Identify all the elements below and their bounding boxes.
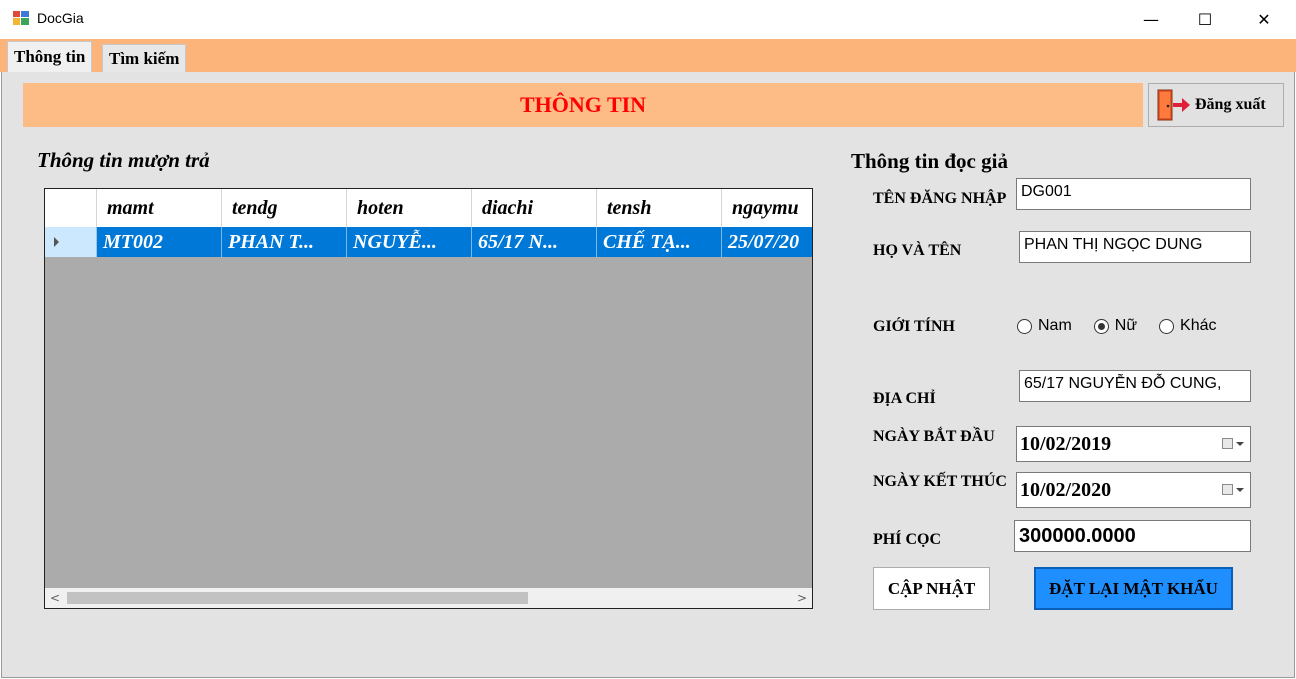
logout-button[interactable]: Đăng xuất xyxy=(1148,83,1284,127)
page-title: THÔNG TIN xyxy=(519,92,647,117)
scroll-right-icon[interactable]: > xyxy=(792,588,812,608)
table-cell[interactable]: PHAN T... xyxy=(222,227,347,257)
column-header-ngaymu[interactable]: ngaymu xyxy=(722,189,812,227)
table-cell[interactable]: 65/17 N... xyxy=(472,227,597,257)
gender-option-label: Nam xyxy=(1038,317,1072,334)
column-header-tendg[interactable]: tendg xyxy=(222,189,347,227)
table-cell[interactable]: CHẾ TẠ... xyxy=(597,227,722,257)
tab-thong-tin[interactable]: Thông tin xyxy=(7,41,93,74)
tab-content: THÔNG TIN Đăng xuất Thông tin mượn trả T… xyxy=(1,72,1295,678)
gender-radio-nam[interactable]: Nam xyxy=(1017,317,1072,335)
grid-corner-cell xyxy=(45,189,97,227)
app-icon xyxy=(13,11,29,25)
gender-radio-khac[interactable]: Khác xyxy=(1159,317,1217,335)
table-row[interactable]: MT002 PHAN T... NGUYỄ... 65/17 N... CHẾ … xyxy=(45,227,812,257)
minimize-button[interactable]: — xyxy=(1128,0,1174,39)
start-date-picker[interactable]: 10/02/2019 xyxy=(1016,426,1251,462)
start-date-label: NGÀY BẮT ĐẦU xyxy=(873,428,995,445)
reader-section-title: Thông tin đọc giả xyxy=(851,149,1008,173)
window-title: DocGia xyxy=(37,10,84,26)
gender-label: GIỚI TÍNH xyxy=(873,318,955,335)
address-label: ĐỊA CHỈ xyxy=(873,390,936,407)
header-banner: THÔNG TIN xyxy=(23,83,1143,127)
radio-circle-icon xyxy=(1017,318,1032,334)
gender-option-label: Nữ xyxy=(1114,317,1138,334)
username-label: TÊN ĐĂNG NHẬP xyxy=(873,190,1007,207)
grid-header: mamt tendg hoten diachi tensh ngaymu xyxy=(45,189,812,227)
address-field[interactable]: 65/17 NGUYỄN ĐỖ CUNG, xyxy=(1019,370,1251,402)
update-button[interactable]: CẬP NHẬT xyxy=(873,567,990,610)
scrollbar-thumb[interactable] xyxy=(67,592,528,604)
end-date-value: 10/02/2020 xyxy=(1020,479,1112,501)
end-date-label: NGÀY KẾT THÚC xyxy=(873,473,1007,490)
username-field[interactable]: DG001 xyxy=(1016,178,1251,210)
minimize-icon: — xyxy=(1143,10,1159,29)
deposit-label: PHÍ CỌC xyxy=(873,531,941,548)
title-bar: DocGia — ☐ ✕ xyxy=(0,0,1296,39)
maximize-icon: ☐ xyxy=(1197,10,1213,29)
reset-password-button[interactable]: ĐẶT LẠI MẬT KHẨU xyxy=(1034,567,1233,610)
radio-selected-icon xyxy=(1093,318,1109,334)
fullname-field[interactable]: PHAN THỊ NGỌC DUNG xyxy=(1019,231,1251,263)
maximize-button[interactable]: ☐ xyxy=(1182,0,1228,39)
deposit-field[interactable]: 300000.0000 xyxy=(1014,520,1251,552)
column-header-tensh[interactable]: tensh xyxy=(597,189,722,227)
borrow-data-grid[interactable]: mamt tendg hoten diachi tensh ngaymu MT0… xyxy=(44,188,813,609)
horizontal-scrollbar[interactable]: < > xyxy=(45,588,812,608)
table-cell[interactable]: NGUYỄ... xyxy=(347,227,472,257)
scroll-left-icon[interactable]: < xyxy=(45,588,65,608)
logout-label: Đăng xuất xyxy=(1195,96,1266,113)
gender-radio-group: Nam Nữ Khác xyxy=(1017,317,1239,335)
column-header-diachi[interactable]: diachi xyxy=(472,189,597,227)
start-date-value: 10/02/2019 xyxy=(1020,433,1112,455)
calendar-dropdown-icon[interactable] xyxy=(1222,438,1244,452)
close-button[interactable]: ✕ xyxy=(1241,0,1287,39)
column-header-mamt[interactable]: mamt xyxy=(97,189,222,227)
column-header-hoten[interactable]: hoten xyxy=(347,189,472,227)
gender-option-label: Khác xyxy=(1180,317,1217,334)
end-date-picker[interactable]: 10/02/2020 xyxy=(1016,472,1251,508)
table-cell[interactable]: MT002 xyxy=(97,227,222,257)
gender-radio-nu[interactable]: Nữ xyxy=(1093,317,1138,335)
tab-tim-kiem[interactable]: Tìm kiếm xyxy=(102,44,187,72)
row-header[interactable] xyxy=(45,227,97,257)
calendar-dropdown-icon[interactable] xyxy=(1222,484,1244,498)
tab-strip: Thông tin Tìm kiếm xyxy=(0,39,1296,74)
close-icon: ✕ xyxy=(1257,10,1271,29)
fullname-label: HỌ VÀ TÊN xyxy=(873,242,962,259)
borrow-section-title: Thông tin mượn trả xyxy=(37,148,210,172)
table-cell[interactable]: 25/07/20 xyxy=(722,227,812,257)
row-pointer-icon xyxy=(54,237,59,247)
radio-circle-icon xyxy=(1159,318,1175,334)
logout-door-icon xyxy=(1157,89,1190,121)
